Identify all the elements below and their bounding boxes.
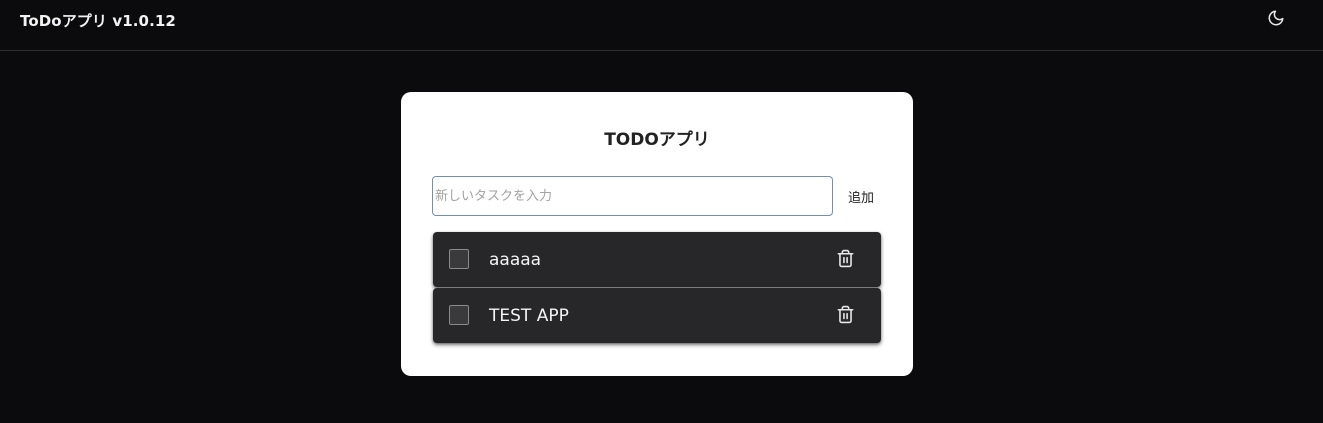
task-item: aaaaa [433,232,881,287]
task-label: aaaaa [489,250,542,270]
trash-icon [836,305,855,328]
delete-task-button[interactable] [833,304,857,328]
add-task-button[interactable]: 追加 [841,176,881,216]
moon-icon [1267,9,1285,31]
task-checkbox[interactable] [449,305,469,325]
task-item: TEST APP [433,288,881,343]
app-title: ToDoアプリ v1.0.12 [20,12,176,30]
task-checkbox[interactable] [449,249,469,269]
task-label: TEST APP [489,306,569,326]
app-bar: ToDoアプリ v1.0.12 [0,0,1323,51]
card-title: TODOアプリ [604,130,710,150]
trash-icon [836,249,855,272]
theme-toggle-button[interactable] [1264,8,1288,32]
delete-task-button[interactable] [833,248,857,272]
task-list: aaaaa TEST APP [433,232,881,344]
new-task-input[interactable] [432,176,833,216]
